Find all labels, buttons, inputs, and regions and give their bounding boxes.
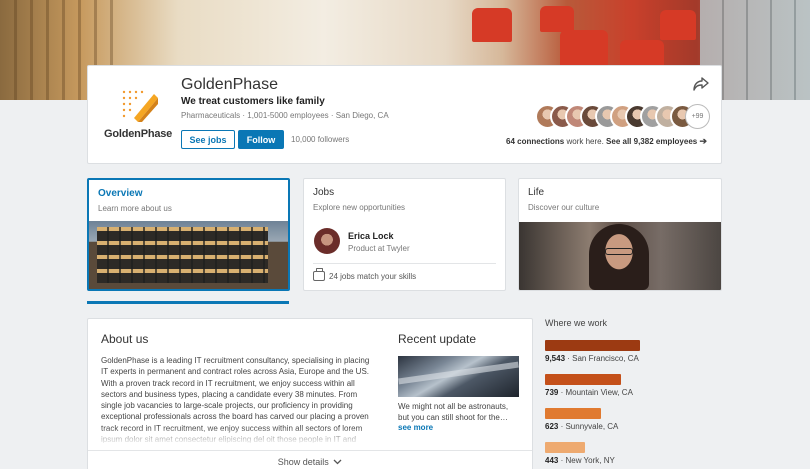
- where-we-work-title: Where we work: [545, 318, 608, 328]
- location-count: 9,543: [545, 354, 566, 363]
- location-bar: [545, 442, 585, 453]
- location-bar: [545, 340, 640, 351]
- jobs-match-text: 24 jobs match your skills: [329, 272, 417, 281]
- briefcase-icon: [313, 268, 325, 281]
- location-label: 623 · Sunnyvale, CA: [545, 422, 618, 431]
- about-title: About us: [101, 332, 149, 346]
- see-jobs-button[interactable]: See jobs: [181, 130, 235, 149]
- tab-overview-title: Overview: [98, 188, 143, 199]
- tab-overview[interactable]: Overview Learn more about us: [87, 178, 290, 291]
- tab-life[interactable]: Life Discover our culture: [518, 178, 722, 291]
- recent-update-title: Recent update: [398, 332, 477, 346]
- office-building-image: [89, 221, 288, 289]
- show-details-button[interactable]: Show details: [88, 457, 532, 467]
- recruiter-name: Erica Lock: [348, 231, 394, 241]
- employee-avatars[interactable]: +99: [535, 104, 710, 130]
- company-meta: Pharmaceuticals · 1,001-5000 employees ·…: [181, 111, 389, 120]
- recruiter-avatar: [314, 228, 340, 254]
- arrow-right-icon[interactable]: ➔: [699, 136, 707, 146]
- location-bar: [545, 374, 621, 385]
- tab-overview-subtitle: Learn more about us: [98, 204, 172, 213]
- tab-life-title: Life: [528, 187, 545, 198]
- location-count: 623: [545, 422, 559, 431]
- divider: [88, 450, 532, 451]
- connections-count: 64 connections: [506, 137, 565, 146]
- location-row[interactable]: 443 · New York, NY: [545, 442, 615, 469]
- connections-summary: 64 connections work here. See all 9,382 …: [506, 136, 707, 147]
- recent-update-image[interactable]: [398, 356, 519, 397]
- tab-life-subtitle: Discover our culture: [528, 203, 600, 212]
- share-icon[interactable]: [693, 77, 709, 91]
- location-place: · San Francisco, CA: [565, 354, 639, 363]
- location-label: 443 · New York, NY: [545, 456, 615, 465]
- chevron-down-icon: [333, 459, 342, 465]
- about-card: About us GoldenPhase is a leading IT rec…: [87, 318, 533, 469]
- recent-update-text: We might not all be astronauts, but you …: [398, 402, 509, 422]
- more-avatars-badge[interactable]: +99: [685, 104, 710, 129]
- location-row[interactable]: 739 · Mountain View, CA: [545, 374, 633, 404]
- divider: [313, 263, 496, 264]
- active-tab-indicator: [87, 301, 289, 304]
- location-count: 739: [545, 388, 559, 397]
- follower-count: 10,000 followers: [291, 135, 350, 144]
- follow-button[interactable]: Follow: [238, 130, 284, 149]
- tab-jobs-title: Jobs: [313, 187, 335, 198]
- location-label: 9,543 · San Francisco, CA: [545, 354, 640, 363]
- company-name: GoldenPhase: [181, 76, 278, 93]
- text-fade: [101, 427, 373, 445]
- location-place: · New York, NY: [558, 456, 615, 465]
- logo-mark-icon: [122, 90, 158, 122]
- location-place: · Mountain View, CA: [558, 388, 633, 397]
- show-details-label: Show details: [277, 457, 329, 467]
- location-row[interactable]: 623 · Sunnyvale, CA: [545, 408, 618, 438]
- tab-jobs-subtitle: Explore new opportunities: [313, 203, 406, 212]
- location-place: · Sunnyvale, CA: [558, 422, 619, 431]
- recruiter-role: Product at Twyler: [348, 244, 410, 253]
- company-logo: GoldenPhase: [104, 88, 172, 146]
- company-header-card: GoldenPhase GoldenPhase We treat custome…: [87, 65, 722, 164]
- connections-suffix: work here.: [564, 137, 607, 146]
- tab-jobs[interactable]: Jobs Explore new opportunities Erica Loc…: [303, 178, 506, 291]
- see-all-employees-link[interactable]: See all 9,382 employees: [606, 137, 697, 146]
- location-row[interactable]: 9,543 · San Francisco, CA: [545, 340, 640, 370]
- logo-text: GoldenPhase: [104, 128, 173, 140]
- life-culture-image: [519, 222, 721, 290]
- location-bar: [545, 408, 601, 419]
- location-count: 443: [545, 456, 559, 465]
- location-label: 739 · Mountain View, CA: [545, 388, 633, 397]
- see-more-link[interactable]: see more: [398, 423, 433, 432]
- company-tagline: We treat customers like family: [181, 96, 325, 107]
